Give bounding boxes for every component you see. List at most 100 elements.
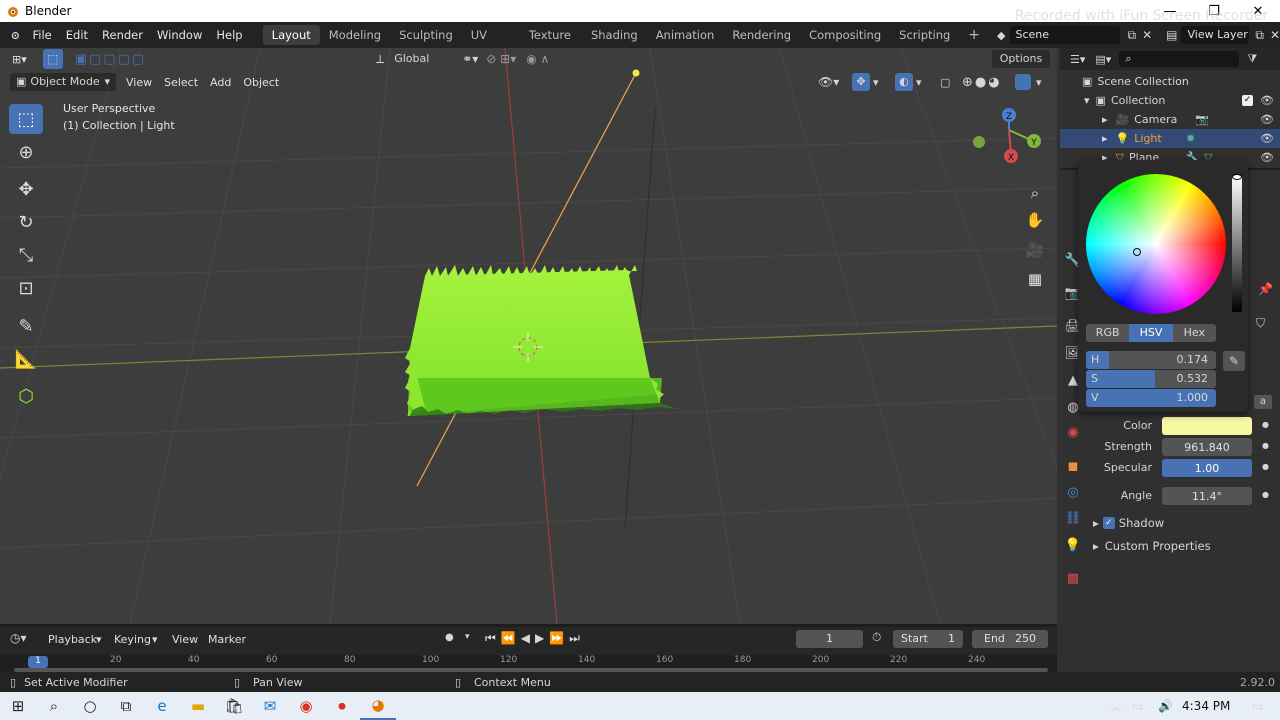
custom-properties-header[interactable]: ▸ Custom Properties (1093, 539, 1211, 553)
camera-data-icon[interactable]: 📷 (1195, 113, 1209, 126)
annotate-icon[interactable]: ✎ (9, 311, 43, 341)
add-workspace-button[interactable]: + (959, 25, 989, 45)
timeline-menu-keying[interactable]: Keying (108, 633, 157, 646)
shadow-panel-header[interactable]: ▸ ✓ Shadow (1093, 516, 1164, 530)
tray-chevron-icon[interactable]: ︿ (1110, 698, 1122, 715)
clock-time[interactable]: 4:34 PM (1182, 699, 1230, 713)
constraints-tab-icon[interactable]: ⛓ (1062, 508, 1084, 528)
texture-tab-icon[interactable]: ▩ (1062, 568, 1084, 588)
angle-field[interactable]: 11.4° (1162, 487, 1252, 505)
editor-type-icon[interactable]: ⊞▾ (6, 53, 33, 66)
viewport-menu-add[interactable]: Add (204, 76, 237, 89)
tab-layout[interactable]: Layout (262, 25, 320, 45)
light-data-icon[interactable]: ✹ (1186, 132, 1195, 145)
filter-icon[interactable]: ⧩ (1247, 52, 1257, 66)
scene-field[interactable]: Scene (1009, 26, 1120, 44)
collection-checkbox[interactable]: ✓ (1242, 95, 1253, 106)
value-slider[interactable] (1232, 176, 1242, 312)
partial-field[interactable]: a (1254, 395, 1272, 409)
tab-uv-editing[interactable]: UV Editing (462, 25, 520, 62)
expand-icon[interactable]: ▸ (1093, 539, 1099, 553)
timeline-editor-icon[interactable]: ◷▾ (10, 631, 27, 645)
close-scene-icon[interactable]: ✕ (1142, 28, 1152, 42)
object-tab-icon[interactable]: ◼ (1062, 456, 1084, 476)
physics-tab-icon[interactable]: ◎ (1062, 482, 1084, 502)
select-tool-icon[interactable]: ⬚ (42, 49, 63, 69)
tab-rendering[interactable]: Rendering (723, 25, 800, 45)
menu-file[interactable]: File (26, 28, 59, 42)
plane-visibility-icon[interactable]: 👁 (1260, 151, 1274, 164)
overlay-toggle-icon[interactable]: ◐ (895, 73, 913, 91)
viewport-menu-select[interactable]: Select (158, 76, 204, 89)
scene-selector[interactable]: ◆ Scene (997, 26, 1120, 44)
move-icon[interactable]: ✥ (9, 174, 43, 204)
rendered-shading-icon[interactable] (1015, 74, 1031, 90)
store-icon[interactable]: 🛍 (216, 692, 252, 720)
camera-visibility-icon[interactable]: 👁 (1260, 113, 1274, 126)
close-viewlayer-icon[interactable]: ✕ (1270, 28, 1280, 42)
tab-texture-paint[interactable]: Texture Paint (520, 25, 582, 62)
selection-mode-icons[interactable]: ▣▢▢▢▢ (75, 52, 146, 67)
timeline-menu-marker[interactable]: Marker (202, 633, 252, 646)
measure-icon[interactable]: 📐 (9, 344, 43, 374)
light-color-swatch[interactable] (1162, 417, 1252, 435)
3d-viewport[interactable] (0, 48, 1057, 624)
tab-hsv[interactable]: HSV (1129, 324, 1173, 342)
chrome-icon[interactable]: ◉ (288, 692, 324, 720)
navigation-gizmo[interactable]: Z Y X (970, 104, 1050, 174)
eyedropper-icon[interactable]: ✎ (1223, 351, 1245, 371)
orientation-dropdown[interactable]: Global (388, 50, 456, 68)
timeline-menu-playback[interactable]: Playback (42, 633, 103, 646)
add-cube-icon[interactable]: ⬡ (9, 381, 43, 411)
collection-visibility-icon[interactable]: 👁 (1260, 94, 1274, 107)
end-frame-field[interactable]: End 250 (972, 630, 1048, 648)
expand-icon[interactable]: ▸ (1102, 132, 1108, 145)
s-slider[interactable]: S 0.532 (1086, 370, 1216, 388)
search-icon[interactable]: ⌕ (36, 692, 72, 720)
viewport-menu-object[interactable]: Object (237, 76, 285, 89)
windows-start-icon[interactable]: ⊞ (0, 692, 36, 720)
expand-icon[interactable]: ▸ (1093, 516, 1099, 530)
notifications-icon[interactable]: ▭ (1252, 699, 1263, 713)
cortana-icon[interactable]: ○ (72, 692, 108, 720)
gizmo-dropdown-icon[interactable]: ▾ (873, 76, 879, 89)
animate-dot-icon[interactable]: ● (1262, 462, 1269, 471)
v-slider[interactable]: V 1.000 (1086, 389, 1216, 407)
stopwatch-icon[interactable]: ⏱ (872, 630, 881, 645)
edge-icon[interactable]: e (144, 692, 180, 720)
scale-icon[interactable]: ⤡ (9, 240, 43, 270)
blender-menu-icon[interactable] (10, 28, 20, 42)
grid-view-icon[interactable]: ▦ (1022, 266, 1048, 292)
current-frame-field[interactable]: 1 (796, 630, 863, 648)
record-icon[interactable]: ● (445, 632, 454, 643)
shading-dropdown-icon[interactable]: ▾ (1036, 76, 1042, 89)
shading-mode-icons[interactable]: ⊕●◕ (962, 75, 1002, 90)
tab-modeling[interactable]: Modeling (320, 25, 390, 45)
snap-icon[interactable]: ⊘ ⊞▾ (486, 52, 516, 66)
network-icon[interactable]: ▭ (1132, 699, 1143, 713)
record-options-icon[interactable]: ▾ (465, 632, 470, 642)
tab-animation[interactable]: Animation (647, 25, 724, 45)
viewport-menu-view[interactable]: View (120, 76, 158, 89)
tab-sculpting[interactable]: Sculpting (390, 25, 462, 45)
tab-rgb[interactable]: RGB (1086, 324, 1129, 342)
object-mode-dropdown[interactable]: ▣ Object Mode ▾ (10, 73, 116, 91)
outliner-search-input[interactable]: ⌕ (1119, 51, 1240, 67)
display-mode-icon[interactable]: ▤▾ (1095, 53, 1111, 66)
visibility-filter-icon[interactable]: 👁▾ (818, 75, 839, 89)
viewport-scene[interactable] (0, 48, 1057, 624)
expand-icon[interactable]: ▸ (1102, 113, 1108, 126)
blender-taskbar-icon[interactable]: ◕ (360, 692, 396, 720)
animate-dot-icon[interactable]: ● (1262, 420, 1269, 429)
timeline-ruler[interactable]: 1 20 40 60 80 100 120 140 160 180 200 220 240 (0, 655, 1057, 672)
zoom-icon[interactable]: ⌕ (1022, 180, 1048, 206)
tab-scripting[interactable]: Scripting (890, 25, 959, 45)
copy-viewlayer-icon[interactable]: ⧉ (1255, 28, 1264, 43)
menu-window[interactable]: Window (150, 28, 209, 42)
xray-icon[interactable]: ▢ (940, 76, 950, 89)
strength-field[interactable]: 961.840 (1162, 438, 1252, 456)
volume-icon[interactable]: 🔊 (1158, 699, 1173, 713)
playback-controls-icons[interactable]: ⏮⏪◀▶⏩⏭ (485, 631, 585, 646)
playhead[interactable]: 1 (28, 656, 48, 668)
gizmo-toggle-icon[interactable]: ✥ (852, 73, 870, 91)
